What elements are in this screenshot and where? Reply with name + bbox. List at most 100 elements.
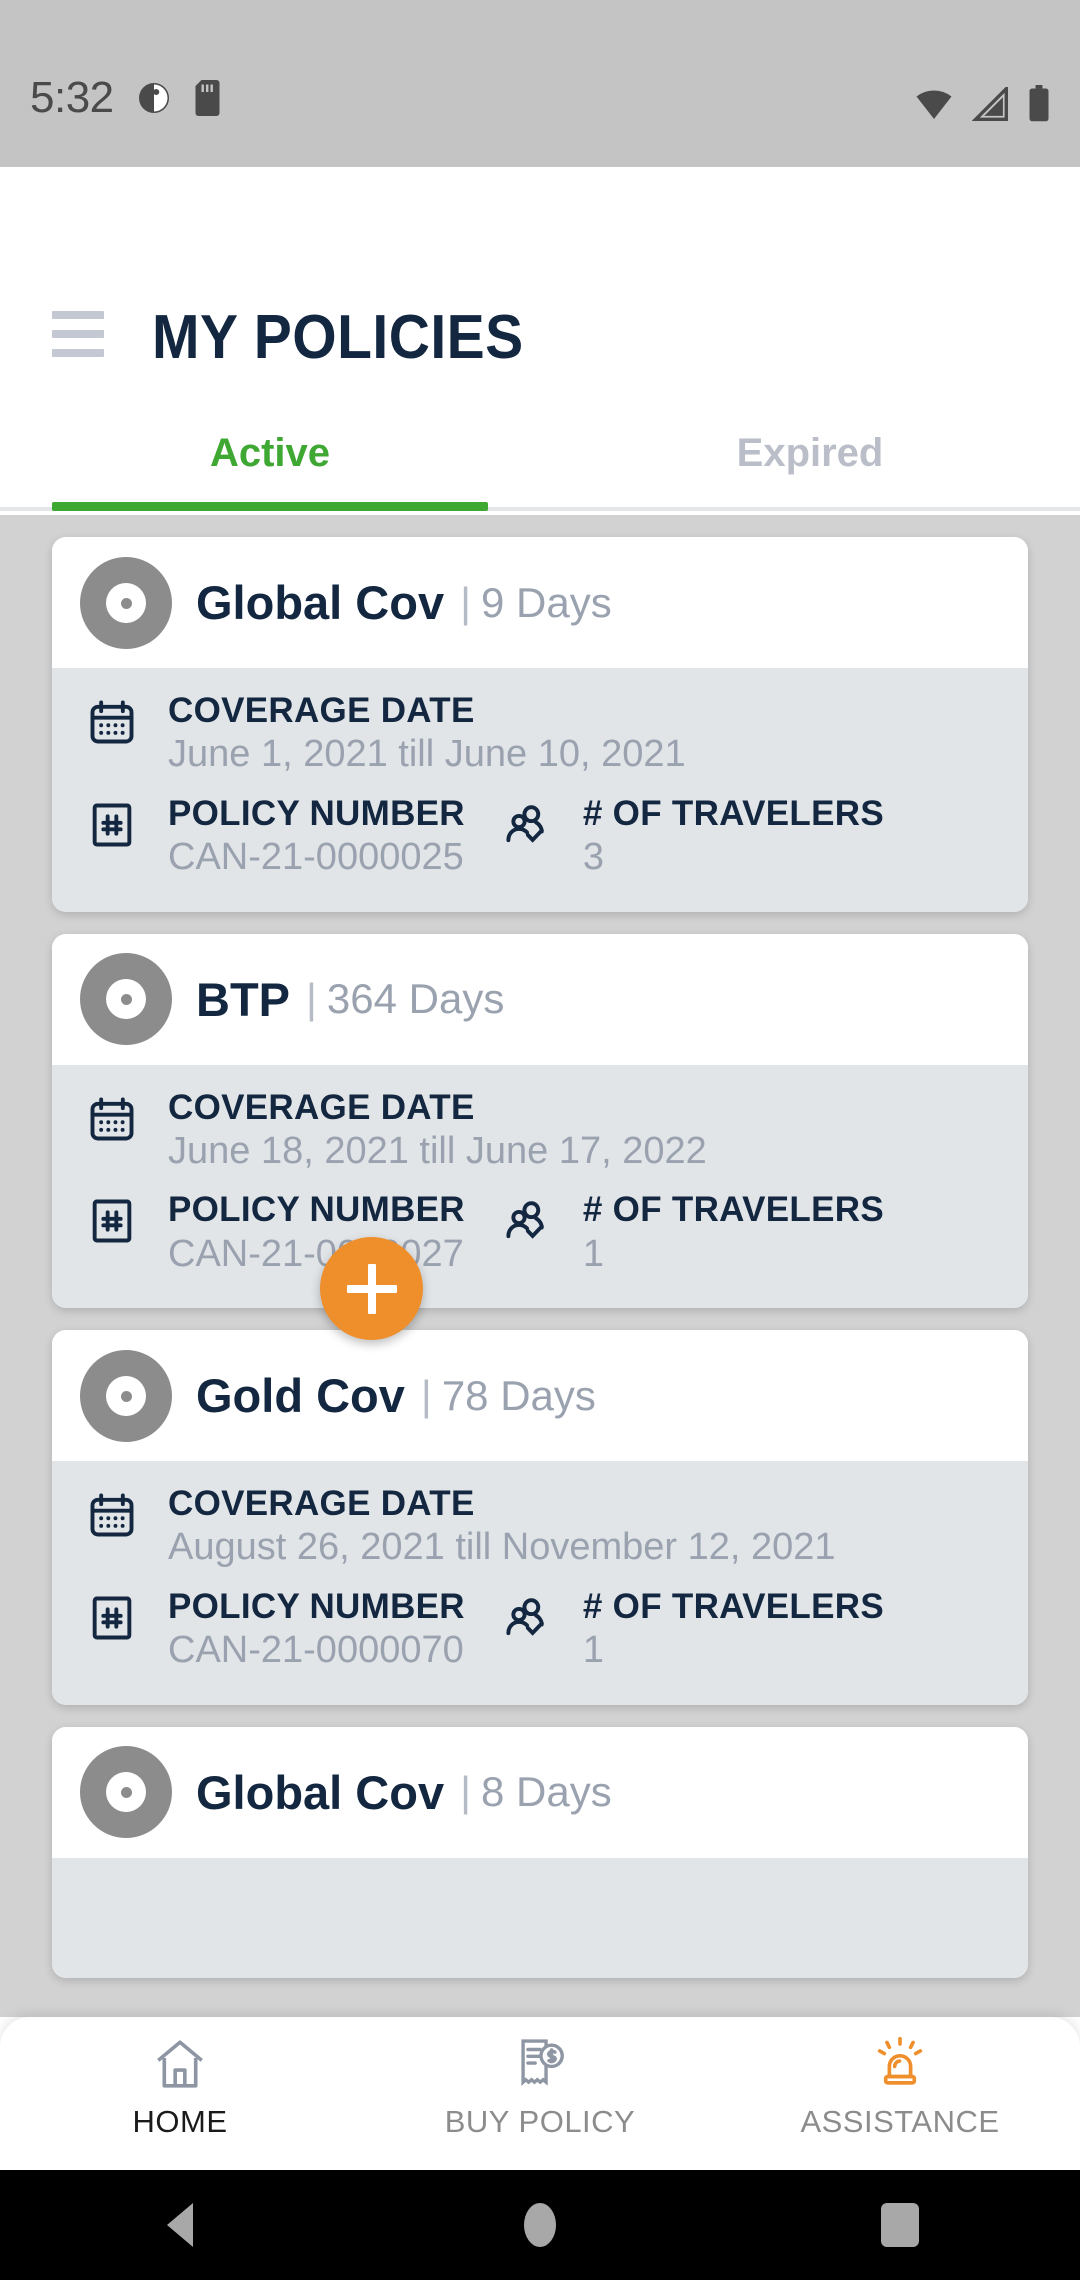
coverage-date-value: June 1, 2021 till June 10, 2021 (168, 733, 686, 776)
separator: | (420, 1371, 432, 1419)
policy-duration: | 8 Days (460, 1768, 612, 1816)
policy-card-body: COVERAGE DATE August 26, 2021 till Novem… (52, 1461, 1028, 1705)
policy-card-body: COVERAGE DATE June 1, 2021 till June 10,… (52, 668, 1028, 912)
policy-card-header: Gold Cov | 78 Days (52, 1330, 1028, 1462)
recents-square-icon[interactable] (840, 2170, 960, 2280)
policy-name: BTP (196, 972, 290, 1026)
policy-duration: | 78 Days (421, 1372, 596, 1420)
travelers-label: # OF TRAVELERS (582, 793, 884, 833)
policy-number-field: POLICY NUMBER CAN-21-0000070 (86, 1586, 465, 1675)
policy-number-row: POLICY NUMBER CAN-21-0000025 # OF TRAVEL… (52, 793, 1028, 882)
travelers-field: # OF TRAVELERS 3 (501, 793, 884, 882)
policy-card-body (52, 1857, 1028, 1978)
travelers-check-icon (501, 1586, 565, 1649)
nav-label-home: HOME (132, 2104, 228, 2139)
tab-active[interactable]: Active (0, 399, 540, 511)
policy-card[interactable]: BTP | 364 Days COVERAGE DATE June 18, 202… (52, 933, 1028, 1309)
policy-card-header: Global Cov | 9 Days (52, 537, 1028, 668)
travelers-value: 1 (582, 1232, 605, 1275)
coverage-date-value: August 26, 2021 till November 12, 2021 (168, 1526, 836, 1569)
calendar-icon (86, 1087, 150, 1150)
battery-icon (1028, 85, 1050, 123)
policy-disc-icon (80, 953, 172, 1046)
policy-duration-value: 78 Days (441, 1371, 596, 1419)
coverage-date-row: COVERAGE DATE June 18, 2021 till June 17… (52, 1087, 1028, 1176)
policy-card[interactable]: Global Cov | 9 Days COVERAGE DATE June 1,… (52, 537, 1028, 912)
policy-duration-value: 364 Days (326, 975, 505, 1023)
page-title: MY POLICIES (152, 303, 524, 372)
coverage-date-row: COVERAGE DATE June 1, 2021 till June 10,… (52, 690, 1028, 779)
signal-icon (972, 87, 1010, 121)
travelers-check-icon (501, 793, 565, 856)
tab-expired-label: Expired (736, 430, 884, 475)
plus-icon-vertical (367, 1263, 376, 1314)
nav-item-buy-policy[interactable]: BUY POLICY (360, 2017, 720, 2170)
separator: | (460, 578, 472, 626)
tab-indicator (52, 502, 488, 511)
nav-item-home[interactable]: HOME (0, 2017, 360, 2170)
calendar-icon (86, 1483, 150, 1546)
coverage-date-row: COVERAGE DATE August 26, 2021 till Novem… (52, 1483, 1028, 1572)
policy-number-text: POLICY NUMBER CAN-21-0000025 (168, 793, 465, 882)
policy-number-label: POLICY NUMBER (168, 1190, 465, 1230)
tab-active-label: Active (209, 430, 331, 475)
coverage-date-field: COVERAGE DATE June 18, 2021 till June 17… (86, 1087, 707, 1176)
policy-duration: | 9 Days (460, 579, 612, 627)
app-bar: MY POLICIES (0, 167, 1080, 399)
policy-number-value: CAN-21-0000025 (168, 836, 464, 879)
hamburger-icon[interactable] (52, 311, 122, 357)
policy-number-field: POLICY NUMBER CAN-21-0000025 (86, 793, 465, 882)
policy-number-value: CAN-21-0000027 (168, 1232, 464, 1275)
travelers-text: # OF TRAVELERS 1 (583, 1189, 884, 1278)
calendar-icon (86, 690, 150, 753)
home-circle-icon[interactable] (480, 2170, 600, 2280)
policy-number-row: POLICY NUMBER CAN-21-0000070 # OF TRAVEL… (52, 1586, 1028, 1675)
travelers-value: 1 (582, 1629, 605, 1672)
policy-name: Global Cov (196, 576, 445, 629)
sd-card-icon (194, 80, 224, 116)
coverage-date-value: June 18, 2021 till June 17, 2022 (168, 1129, 707, 1172)
nav-label-assistance: ASSISTANCE (800, 2104, 1000, 2139)
bottom-navigation: HOME BUY POLICY ASSISTANCE (0, 2017, 1080, 2170)
policy-card-header: BTP | 364 Days (52, 933, 1028, 1065)
coverage-date-label: COVERAGE DATE (168, 1087, 475, 1127)
hash-document-icon (86, 1586, 150, 1649)
policy-duration-value: 9 Days (481, 578, 612, 626)
policy-card[interactable]: Gold Cov | 78 Days COVERAGE DATE August 2… (52, 1330, 1028, 1705)
policy-card-body: COVERAGE DATE June 18, 2021 till June 17… (52, 1064, 1028, 1309)
hash-document-icon (86, 1189, 150, 1252)
coverage-date-text: COVERAGE DATE June 18, 2021 till June 17… (168, 1087, 707, 1176)
policy-name: Global Cov (196, 1765, 445, 1819)
travelers-value: 3 (582, 836, 605, 879)
status-bar: 5:32 (0, 0, 1080, 167)
separator: | (460, 1768, 472, 1816)
policy-number-label: POLICY NUMBER (168, 793, 465, 833)
policy-card[interactable]: Global Cov | 8 Days (52, 1726, 1028, 1978)
siren-icon (871, 2035, 929, 2098)
travelers-label: # OF TRAVELERS (582, 1586, 884, 1626)
policy-number-label: POLICY NUMBER (168, 1586, 465, 1626)
policy-name: Gold Cov (196, 1369, 405, 1423)
status-bar-left: 5:32 (30, 73, 224, 123)
nav-label-buy-policy: BUY POLICY (444, 2104, 636, 2139)
policy-list[interactable]: Global Cov | 9 Days COVERAGE DATE June 1,… (0, 515, 1080, 2017)
travelers-text: # OF TRAVELERS 1 (583, 1586, 884, 1675)
hash-document-icon (86, 793, 150, 856)
coverage-date-text: COVERAGE DATE August 26, 2021 till Novem… (168, 1483, 836, 1572)
policy-number-value: CAN-21-0000070 (168, 1629, 464, 1672)
system-navigation-bar (0, 2170, 1080, 2280)
home-icon (151, 2035, 209, 2098)
add-policy-fab[interactable] (320, 1237, 423, 1340)
policy-disc-icon (80, 556, 172, 649)
coverage-date-label: COVERAGE DATE (168, 1484, 475, 1524)
status-bar-clock: 5:32 (30, 73, 114, 122)
policy-number-text: POLICY NUMBER CAN-21-0000070 (168, 1586, 465, 1675)
wifi-icon (914, 87, 954, 121)
tab-expired[interactable]: Expired (540, 399, 1080, 507)
coverage-date-label: COVERAGE DATE (168, 691, 475, 730)
nav-item-assistance[interactable]: ASSISTANCE (720, 2017, 1080, 2170)
travelers-label: # OF TRAVELERS (582, 1190, 884, 1230)
back-triangle-icon[interactable] (120, 2170, 240, 2280)
policy-duration: | 364 Days (306, 975, 504, 1023)
status-bar-right (914, 85, 1050, 123)
